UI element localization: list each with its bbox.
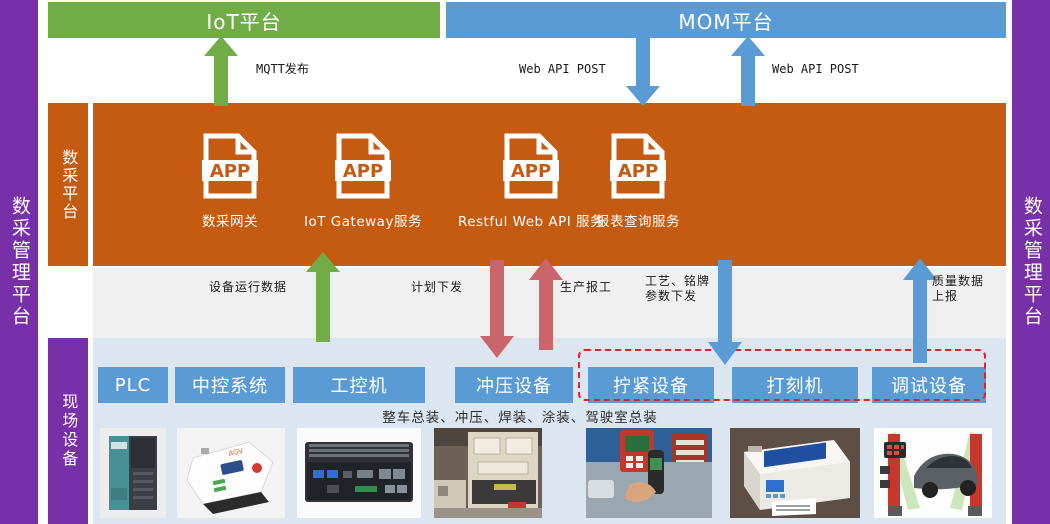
flow-label-process-param-push: 工艺、铭牌 参数下发 [645,274,710,304]
flow-label-web-api-post-down: Web API POST [519,62,606,76]
flow-label-line-1: 工艺、铭牌 [645,274,711,288]
service-card-report-query[interactable]: APP 报表查询服务 [563,133,713,231]
svg-text:APP: APP [618,161,658,182]
photo-wheel-alignment [874,428,992,518]
app-document-icon: APP [155,133,305,204]
photo-stamping-press [434,428,542,518]
iot-platform-label: IoT平台 [206,9,282,34]
flow-label-production-report: 生产报工 [560,280,613,294]
service-label: IoT Gateway服务 [304,214,422,230]
flow-label-line-2: 参数下发 [645,289,698,303]
process-note: 整车总装、冲压、焊装、涂装、驾驶室总装 [382,410,658,426]
device-label: 中控系统 [192,376,268,397]
photo-torque-gun [586,428,712,518]
device-box-plc[interactable]: PLC [98,367,168,403]
right-rail-data-acquisition-management-platform: 数采管理平台 [1012,0,1050,524]
photo-plc-module [100,428,166,518]
acquisition-layer-side-label: 数采平台 [48,103,88,266]
field-layer-side-label: 现场设备 [48,338,88,524]
arrow-plan-dispatch [480,260,514,358]
service-label: 报表查询服务 [596,214,680,230]
flow-label-plan-dispatch: 计划下发 [411,280,464,294]
svg-text:APP: APP [511,161,551,182]
flow-label-mqtt-publish: MQTT发布 [256,62,309,76]
service-card-data-gateway[interactable]: APP 数采网关 [155,133,305,231]
device-label: 工控机 [330,376,388,397]
acquisition-layer-label-text: 数采平台 [59,148,79,221]
service-label: 数采网关 [202,214,258,230]
device-box-central-control[interactable]: 中控系统 [175,367,285,403]
iot-platform-bar[interactable]: IoT平台 [48,2,440,38]
arrow-production-report [529,258,563,350]
mom-platform-label: MOM平台 [678,9,774,34]
flow-label-line-1: 质量数据 [932,274,985,288]
mom-platform-bar[interactable]: MOM平台 [446,2,1006,38]
photo-agv-vehicle: AGV [177,428,285,518]
arrow-mqtt-publish [204,36,238,106]
arrow-web-api-post-up [731,36,765,106]
app-document-icon: APP [288,133,438,204]
device-label: 冲压设备 [476,376,552,397]
device-box-industrial-pc[interactable]: 工控机 [293,367,425,403]
device-box-stamping[interactable]: 冲压设备 [455,367,573,403]
left-rail-label: 数采管理平台 [8,196,31,328]
svg-text:APP: APP [210,161,250,182]
arrow-process-param-push [708,260,742,365]
service-card-iot-gateway[interactable]: APP IoT Gateway服务 [288,133,438,231]
arrow-web-api-post-down [626,36,660,106]
field-layer-label-text: 现场设备 [59,393,79,469]
photo-industrial-pc [297,428,421,518]
flow-label-web-api-post-up: Web API POST [772,62,859,76]
left-rail-data-acquisition-management-platform: 数采管理平台 [0,0,38,524]
acquisition-layer-band: APP 数采网关 APP IoT Gateway服务 APP Restful W… [93,103,1006,266]
right-rail-label: 数采管理平台 [1020,196,1043,328]
photo-marking-machine [730,428,860,518]
flow-label-line-2: 上报 [932,289,959,303]
architecture-diagram: 数采管理平台 数采管理平台 IoT平台 MOM平台 数采平台 APP 数采网关 [0,0,1050,524]
app-document-icon: APP [563,133,713,204]
flow-label-quality-data-report: 质量数据 上报 [932,274,984,304]
svg-text:APP: APP [343,161,383,182]
flow-label-device-runtime-data: 设备运行数据 [209,280,288,294]
arrow-device-runtime-data [306,252,340,342]
device-label: PLC [114,374,152,396]
